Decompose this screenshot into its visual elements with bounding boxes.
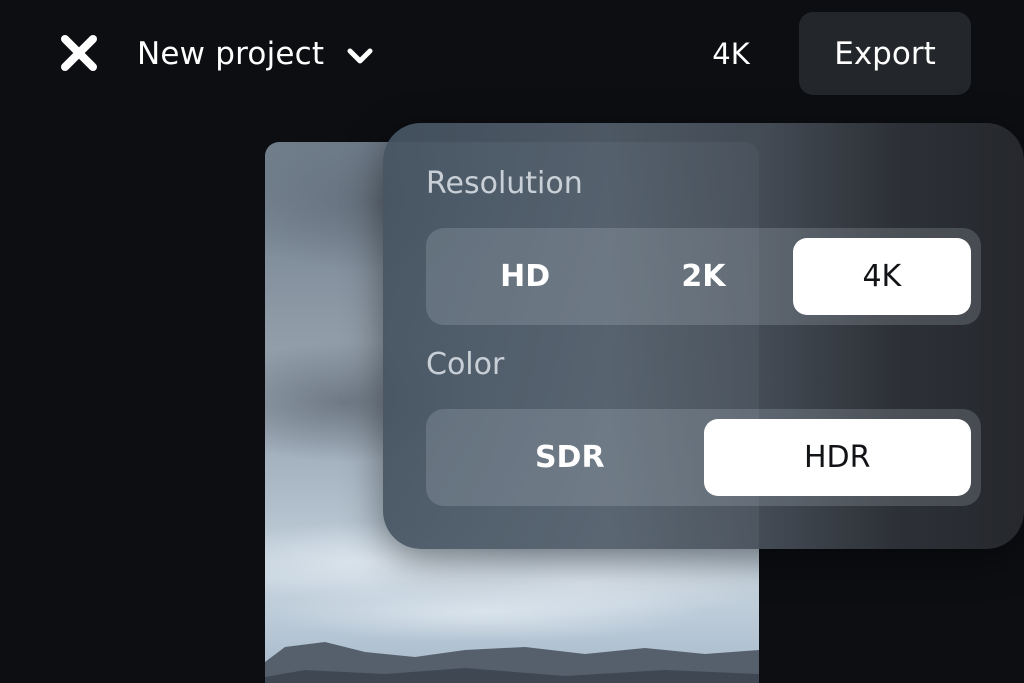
export-settings-popover: Resolution HD 2K 4K Color SDR HDR (383, 123, 1024, 549)
resolution-segmented-control: HD 2K 4K (426, 228, 981, 325)
close-icon (61, 35, 97, 71)
resolution-indicator[interactable]: 4K (700, 28, 762, 80)
color-option-sdr[interactable]: SDR (436, 419, 704, 496)
editor-screen: New project 4K Export Resolution HD 2K 4… (0, 0, 1024, 683)
resolution-option-2k[interactable]: 2K (614, 238, 792, 315)
color-label: Color (426, 347, 505, 382)
export-button[interactable]: Export (799, 12, 971, 95)
resolution-label: Resolution (426, 166, 583, 201)
project-title: New project (137, 36, 325, 72)
close-button[interactable] (56, 30, 102, 76)
color-option-hdr[interactable]: HDR (703, 419, 971, 496)
project-title-dropdown[interactable]: New project (137, 28, 374, 80)
resolution-option-hd[interactable]: HD (436, 238, 614, 315)
resolution-option-4k[interactable]: 4K (792, 238, 971, 315)
chevron-down-icon (346, 42, 374, 70)
color-segmented-control: SDR HDR (426, 409, 981, 506)
